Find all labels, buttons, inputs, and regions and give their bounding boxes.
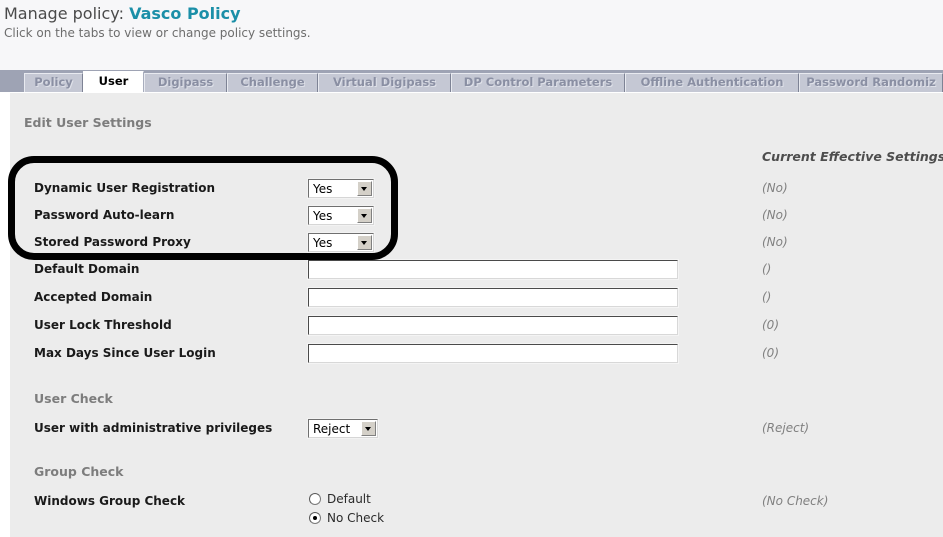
tab-strip-gutter bbox=[0, 70, 24, 92]
effective-stored-password-proxy: (No) bbox=[762, 235, 788, 249]
chevron-down-glyph bbox=[365, 427, 371, 431]
tab-digipass[interactable]: Digipass bbox=[144, 73, 227, 92]
input-default-domain[interactable] bbox=[307, 259, 679, 280]
effective-user-with-administrative-privileges: (Reject) bbox=[762, 421, 810, 435]
effective-user-lock-threshold: (0) bbox=[762, 318, 779, 332]
label-stored-password-proxy: Stored Password Proxy bbox=[34, 235, 191, 249]
page-title: Manage policy: Vasco Policy bbox=[4, 4, 943, 24]
section-heading-group-check: Group Check bbox=[34, 464, 124, 479]
select-value-stored-password-proxy: Yes bbox=[313, 236, 333, 250]
select-value-user-with-administrative-privileges: Reject bbox=[313, 422, 351, 436]
effective-password-auto-learn: (No) bbox=[762, 208, 788, 222]
radio-option-default[interactable]: Default bbox=[309, 492, 371, 507]
panel-heading: Edit User Settings bbox=[24, 115, 152, 130]
radio-label-no-check: No Check bbox=[327, 511, 385, 525]
section-heading-user-check: User Check bbox=[34, 391, 113, 406]
effective-default-domain: () bbox=[762, 262, 772, 276]
tab-challenge[interactable]: Challenge bbox=[227, 73, 318, 92]
tab-user[interactable]: User bbox=[83, 71, 144, 92]
chevron-down-icon[interactable] bbox=[357, 181, 372, 196]
select-password-auto-learn[interactable]: Yes bbox=[307, 205, 375, 226]
current-effective-settings-header: Current Effective Settings bbox=[762, 149, 943, 164]
select-value-dynamic-user-registration: Yes bbox=[313, 182, 333, 196]
select-dynamic-user-registration[interactable]: Yes bbox=[307, 178, 375, 199]
page-title-prefix: Manage policy: bbox=[4, 4, 124, 23]
radio-label-default: Default bbox=[327, 492, 371, 506]
label-user-with-administrative-privileges: User with administrative privileges bbox=[34, 421, 273, 435]
label-windows-group-check: Windows Group Check bbox=[34, 494, 186, 508]
effective-accepted-domain: () bbox=[762, 290, 772, 304]
label-dynamic-user-registration: Dynamic User Registration bbox=[34, 181, 216, 195]
effective-windows-group-check: (No Check) bbox=[762, 494, 829, 508]
tab-offline-authentication[interactable]: Offline Authentication bbox=[625, 73, 799, 92]
edit-user-settings-panel: Edit User Settings Current Effective Set… bbox=[10, 92, 943, 537]
tab-virtual-digipass[interactable]: Virtual Digipass bbox=[318, 73, 451, 92]
select-user-with-administrative-privileges[interactable]: Reject bbox=[307, 418, 379, 439]
chevron-down-icon[interactable] bbox=[357, 208, 372, 223]
policy-name-link[interactable]: Vasco Policy bbox=[129, 4, 240, 23]
label-user-lock-threshold: User Lock Threshold bbox=[34, 318, 172, 332]
tab-strip: Policy User Digipass Challenge Virtual Digip… bbox=[0, 70, 943, 92]
radio-button-no-check[interactable] bbox=[309, 512, 321, 524]
label-accepted-domain: Accepted Domain bbox=[34, 290, 153, 304]
tab-dp-control-parameters[interactable]: DP Control Parameters bbox=[451, 73, 625, 92]
effective-max-days-since-user-login: (0) bbox=[762, 346, 779, 360]
label-max-days-since-user-login: Max Days Since User Login bbox=[34, 346, 216, 360]
tab-password-randomiz[interactable]: Password Randomiz bbox=[799, 73, 943, 92]
radio-button-default[interactable] bbox=[309, 493, 321, 505]
page-header: Manage policy: Vasco Policy Click on the… bbox=[0, 0, 943, 70]
input-user-lock-threshold[interactable] bbox=[307, 315, 679, 336]
radio-option-no-check[interactable]: No Check bbox=[309, 511, 384, 526]
tab-policy[interactable]: Policy bbox=[24, 73, 83, 92]
chevron-down-glyph bbox=[361, 241, 367, 245]
page-subtitle: Click on the tabs to view or change poli… bbox=[4, 26, 311, 40]
label-default-domain: Default Domain bbox=[34, 262, 140, 276]
select-value-password-auto-learn: Yes bbox=[313, 209, 333, 223]
input-max-days-since-user-login[interactable] bbox=[307, 343, 679, 364]
label-password-auto-learn: Password Auto-learn bbox=[34, 208, 175, 222]
effective-dynamic-user-registration: (No) bbox=[762, 181, 788, 195]
chevron-down-glyph bbox=[361, 214, 367, 218]
input-accepted-domain[interactable] bbox=[307, 287, 679, 308]
chevron-down-icon[interactable] bbox=[361, 421, 376, 436]
chevron-down-glyph bbox=[361, 187, 367, 191]
select-stored-password-proxy[interactable]: Yes bbox=[307, 232, 375, 253]
chevron-down-icon[interactable] bbox=[357, 235, 372, 250]
